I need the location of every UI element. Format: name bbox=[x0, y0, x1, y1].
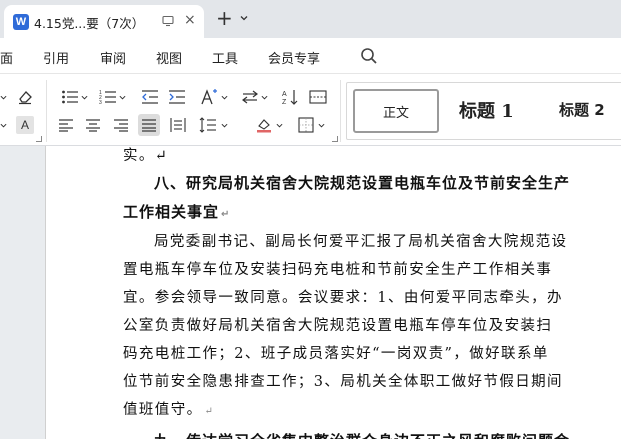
chevron-down-icon[interactable] bbox=[318, 122, 325, 129]
menu-bar: 面 引用 审阅 视图 工具 会员专享 bbox=[0, 38, 621, 74]
menu-item-page[interactable]: 面 bbox=[0, 48, 13, 67]
chevron-down-icon[interactable] bbox=[0, 122, 7, 129]
chevron-down-icon[interactable] bbox=[221, 94, 228, 101]
style-heading2-button[interactable]: 标题 2 bbox=[559, 99, 605, 120]
chevron-down-icon[interactable] bbox=[0, 94, 7, 101]
font-color-letter: A bbox=[20, 118, 29, 132]
increase-indent-icon[interactable] bbox=[167, 88, 187, 106]
paragraph-mark-icon: ↵ bbox=[204, 406, 213, 417]
style-gallery: 正文 标题 1 标题 2 bbox=[346, 82, 621, 140]
chevron-down-icon[interactable] bbox=[119, 94, 126, 101]
menu-item-member[interactable]: 会员专享 bbox=[268, 48, 320, 67]
section-heading: 八、研究局机关宿舍大院规范设置电瓶车位及节前安全生产 bbox=[154, 174, 571, 192]
style-heading1-button[interactable]: 标题 1 bbox=[459, 97, 514, 123]
section-heading: 九、传达学习全省集中整治群众身边不正之风和腐败问题会 bbox=[154, 430, 570, 439]
numbered-list-icon[interactable]: 1 2 3 bbox=[98, 88, 118, 106]
wps-writer-icon: W bbox=[13, 14, 29, 30]
text-line: 码充电桩工作；2、班子成员落实好“一岗双责”，做好联系单 bbox=[123, 346, 549, 362]
new-tab-button[interactable]: + bbox=[216, 8, 233, 28]
text-line: 实。↵ bbox=[123, 148, 169, 164]
menu-item-references[interactable]: 引用 bbox=[43, 48, 69, 67]
line-text: 值班值守。 bbox=[123, 402, 203, 418]
line-spacing-icon[interactable] bbox=[198, 116, 218, 134]
justify-button[interactable] bbox=[138, 114, 160, 136]
dialog-launcher-icon[interactable] bbox=[36, 136, 42, 142]
search-icon[interactable] bbox=[360, 47, 378, 65]
window-icon[interactable] bbox=[162, 15, 174, 27]
svg-text:Z: Z bbox=[282, 99, 287, 105]
ribbon-toolbar: A 1 2 3 A Z 正文 标题 1 标题 2 bbox=[0, 74, 621, 146]
text-line: 值班值守。 ↵ bbox=[123, 398, 213, 419]
document-page[interactable]: 实。↵ 八、研究局机关宿舍大院规范设置电瓶车位及节前安全生产 工作相关事宜 ↵ 局… bbox=[45, 146, 621, 439]
text-direction-icon[interactable] bbox=[240, 88, 260, 106]
menu-item-review[interactable]: 审阅 bbox=[100, 48, 126, 67]
align-center-icon[interactable] bbox=[84, 116, 102, 134]
chevron-down-icon[interactable] bbox=[240, 14, 248, 22]
chevron-down-icon[interactable] bbox=[221, 122, 228, 129]
paragraph-mark-icon: ↵ bbox=[221, 209, 230, 220]
sort-icon[interactable]: A Z bbox=[280, 88, 300, 106]
menu-item-tools[interactable]: 工具 bbox=[212, 48, 238, 67]
shading-icon[interactable] bbox=[254, 116, 274, 134]
chevron-down-icon[interactable] bbox=[276, 122, 283, 129]
text-line: 置电瓶车停车位及安装扫码充电桩和节前安全生产工作相关事 bbox=[123, 262, 553, 278]
style-normal-button[interactable]: 正文 bbox=[353, 89, 439, 133]
tab-title: 4.15党...要（7次） bbox=[34, 16, 145, 31]
text-line: 公室负责做好局机关宿舍大院规范设置电瓶车停车位及安装扫 bbox=[123, 318, 553, 334]
heading-text: 工作相关事宜 bbox=[123, 203, 220, 221]
font-color-button[interactable]: A bbox=[16, 116, 34, 134]
document-canvas: 实。↵ 八、研究局机关宿舍大院规范设置电瓶车位及节前安全生产 工作相关事宜 ↵ 局… bbox=[0, 146, 621, 439]
text-line: 位节前安全隐患排查工作；3、局机关全体职工做好节假日期间 bbox=[123, 374, 563, 390]
align-right-icon[interactable] bbox=[112, 116, 130, 134]
svg-text:A: A bbox=[282, 91, 287, 98]
svg-text:3: 3 bbox=[99, 100, 102, 105]
close-tab-icon[interactable]: × bbox=[184, 12, 196, 28]
distribute-icon[interactable] bbox=[169, 116, 187, 134]
separator bbox=[46, 80, 47, 142]
dialog-launcher-icon[interactable] bbox=[332, 136, 338, 142]
eraser-icon[interactable] bbox=[16, 88, 34, 106]
chevron-down-icon[interactable] bbox=[81, 94, 88, 101]
title-bar: W 4.15党...要（7次） × + bbox=[0, 0, 621, 38]
text-line: 局党委副书记、副局长何爱平汇报了局机关宿舍大院规范设 bbox=[154, 234, 568, 250]
borders-icon[interactable] bbox=[296, 116, 316, 134]
show-hide-marks-icon[interactable] bbox=[308, 88, 328, 106]
style-normal-label: 正文 bbox=[382, 105, 409, 121]
align-justify-icon bbox=[142, 119, 156, 132]
separator bbox=[340, 80, 341, 142]
document-tab[interactable]: W 4.15党...要（7次） × bbox=[4, 5, 204, 38]
align-left-icon[interactable] bbox=[57, 116, 75, 134]
page-edge bbox=[45, 146, 46, 439]
section-heading: 工作相关事宜 ↵ bbox=[123, 201, 229, 222]
bullet-list-icon[interactable] bbox=[60, 88, 80, 106]
decrease-indent-icon[interactable] bbox=[140, 88, 160, 106]
menu-item-view[interactable]: 视图 bbox=[156, 48, 182, 67]
text-line: 宜。参会领导一致同意。会议要求：1、由何爱平同志牵头，办 bbox=[123, 290, 563, 306]
chevron-down-icon[interactable] bbox=[261, 94, 268, 101]
text-effects-icon[interactable] bbox=[198, 87, 220, 107]
